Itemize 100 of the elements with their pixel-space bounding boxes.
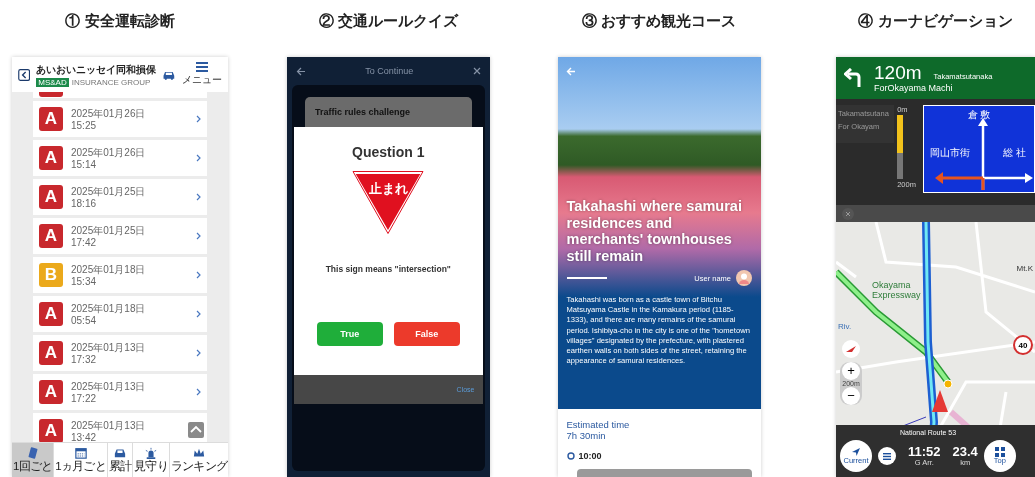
crown-icon [193, 447, 205, 459]
menu-label: メニュー [182, 73, 222, 87]
grade-badge: A [39, 419, 63, 442]
grade-badge: A [39, 107, 63, 131]
record-date: 2025年01月25日 [71, 185, 147, 197]
siren-icon [145, 447, 158, 459]
back-arrow-icon[interactable] [296, 66, 306, 76]
record-time: 18:16 [71, 197, 98, 209]
zoom-in-button[interactable]: + [842, 362, 860, 380]
avatar-icon [736, 270, 752, 286]
question-title: Question 1 [352, 144, 425, 160]
course-title: Takahashi where samurai residences and merchants' townhouses still remain [566, 198, 743, 264]
grade-badge [39, 92, 63, 97]
sign-destination: 総 社 [1003, 146, 1026, 160]
chevron-right-icon [196, 388, 201, 396]
caption: ③ おすすめ観光コース [582, 11, 737, 31]
record-card[interactable]: A 2025年01月25日 17:42 [33, 218, 207, 254]
remaining-distance: 23.4 [952, 445, 978, 458]
false-button[interactable]: False [393, 322, 460, 346]
record-time: 17:22 [71, 392, 98, 404]
menu-button[interactable]: メニュー [182, 62, 222, 87]
menu-button[interactable] [878, 447, 896, 465]
record-date: 2025年01月26日 [71, 107, 147, 119]
record-time: 17:32 [71, 353, 98, 365]
stop-time: 10:00 [578, 451, 602, 461]
estimated-time-value: 7h 30min [566, 430, 607, 441]
record-date: 2025年01月13日 [71, 419, 147, 431]
calendar-icon [74, 447, 87, 459]
record-date: 2025年01月26日 [71, 146, 147, 158]
arrival-time: 11:52 [908, 445, 941, 458]
direction-text: ForOkayama Machi [874, 83, 954, 93]
close-icon[interactable] [842, 207, 854, 220]
grade-badge: A [39, 341, 63, 365]
grade-badge: A [39, 146, 63, 170]
grade-badge: A [39, 302, 63, 326]
menu-icon [883, 452, 891, 460]
record-date: 2025年01月13日 [71, 341, 147, 353]
record-time: 15:25 [71, 119, 98, 131]
record-card[interactable]: A 2025年01月13日 17:22 [33, 374, 207, 410]
record-card[interactable]: A 2025年01月18日 05:54 [33, 296, 207, 332]
record-card[interactable]: B 2025年01月18日 15:34 [33, 257, 207, 293]
record-card[interactable]: A 2025年01月13日 13:42 [33, 413, 207, 442]
compass-icon[interactable] [842, 340, 860, 358]
scroll-to-top-icon[interactable] [188, 422, 204, 438]
zoom-out-button[interactable]: − [842, 387, 860, 405]
chevron-right-icon [196, 349, 201, 357]
phone-icon [26, 447, 39, 459]
record-card[interactable]: A 2025年01月26日 15:14 [33, 140, 207, 176]
record-date: 2025年01月13日 [71, 380, 147, 392]
record-time: 15:14 [71, 158, 98, 170]
close-icon[interactable] [472, 67, 481, 75]
record-card[interactable]: A 2025年01月25日 18:16 [33, 179, 207, 215]
estimated-time-label: Estimated time [566, 419, 631, 430]
card-title: Traffic rules challenge [315, 107, 412, 117]
record-date: 2025年01月25日 [71, 224, 147, 236]
sign-text: 止まれ [367, 180, 409, 198]
record-card[interactable]: A 2025年01月13日 17:32 [33, 335, 207, 371]
caption: ② 交通ルールクイズ [318, 11, 458, 31]
record-date: 2025年01月18日 [71, 263, 147, 275]
record-time: 17:42 [71, 236, 98, 248]
turn-distance: 120m [874, 63, 922, 83]
screen-title: To Continue [365, 66, 414, 76]
grade-badge: A [39, 380, 63, 404]
map-label: Okayama Expressway [872, 280, 922, 300]
chevron-right-icon [196, 310, 201, 318]
sign-destination: 岡山市街 [929, 146, 970, 160]
record-time: 05:54 [71, 314, 98, 326]
turn-left-icon [844, 68, 864, 88]
record-time: 13:42 [71, 431, 98, 442]
map-label: Mt.K [1016, 264, 1033, 273]
tab[interactable]: 1回ごと [12, 443, 54, 477]
chevron-right-icon [196, 193, 201, 201]
question-text: This sign means "intersection" [325, 264, 451, 274]
map-label: Riv. [838, 322, 852, 331]
tab[interactable]: ランキング [168, 443, 228, 477]
tab[interactable]: 1ヵ月ごと [53, 443, 107, 477]
grade-badge: A [39, 224, 63, 248]
record-date: 2025年01月18日 [71, 302, 147, 314]
chevron-right-icon [196, 154, 201, 162]
back-icon[interactable] [18, 66, 31, 83]
tab[interactable]: 見守り [132, 443, 169, 477]
grade-badge: B [39, 263, 63, 287]
caption: ① 安全運転診断 [65, 11, 175, 31]
title-underline [566, 277, 607, 279]
navigation-arrow-icon [851, 447, 861, 457]
sign-destination: 倉 敷 [966, 108, 992, 122]
car-icon [114, 447, 126, 459]
chevron-right-icon [196, 115, 201, 123]
chevron-right-icon [196, 271, 201, 279]
record-time: 15:34 [71, 275, 98, 287]
chevron-right-icon [196, 232, 201, 240]
app-title: あいおいニッセイ同和損保 [36, 62, 157, 77]
grid-icon [994, 447, 1005, 457]
timeline-dot-icon [566, 452, 575, 460]
brand-subtitle: INSURANCE GROUP [71, 77, 151, 87]
record-card[interactable]: A 2025年01月26日 15:25 [33, 101, 207, 137]
caption: ④ カーナビゲーション [858, 11, 1013, 31]
brand-label: MS&AD [36, 77, 69, 87]
menu-icon [196, 62, 208, 72]
tab[interactable]: 累計 [106, 443, 133, 477]
